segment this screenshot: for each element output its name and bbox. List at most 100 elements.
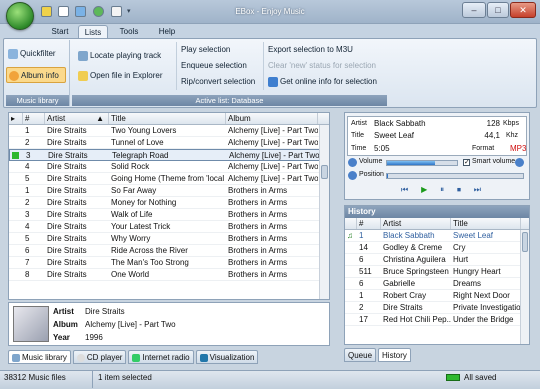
position-slider[interactable] (386, 173, 524, 179)
play-icon[interactable]: ▶ (421, 185, 427, 197)
column-artist[interactable]: Artist ▲ (45, 113, 109, 124)
open-in-explorer-button[interactable]: Open file in Explorer (76, 68, 162, 84)
album-info-panel: Artist Dire Straits Album Alchemy [Live]… (8, 302, 330, 346)
history-column-number[interactable]: # (357, 218, 381, 229)
table-row[interactable]: 5 Dire Straits Going Home (Theme from 'loc… (9, 173, 329, 185)
cell-number: 2 (25, 138, 30, 147)
tab-history[interactable]: History (378, 348, 411, 362)
scroll-thumb[interactable] (321, 165, 328, 179)
cell-number: 4 (25, 162, 30, 171)
history-column-artist[interactable]: Artist (381, 218, 451, 229)
rip-convert-button[interactable]: Rip/convert selection (179, 74, 255, 90)
history-title: History (345, 206, 529, 218)
table-row[interactable]: 3 Dire Straits Walk of Life Brothers in Arm… (9, 209, 329, 221)
smart-volume-label: Smart volume (472, 158, 516, 165)
right-tab-bar: Queue History (344, 348, 411, 362)
tab-visualization[interactable]: Visualization (195, 350, 259, 364)
cell-artist: Christina Aguilera (383, 255, 446, 264)
volume-icon[interactable] (348, 158, 357, 167)
tab-tools[interactable]: Tools (116, 25, 142, 38)
table-row[interactable]: 3 Dire Straits Telegraph Road Alchemy [Live… (9, 149, 329, 161)
history-indicator (345, 266, 357, 277)
get-online-info-button[interactable]: Get online info for selection (266, 74, 377, 90)
album-info-button[interactable]: Album info (6, 67, 66, 83)
cell-album: Brothers in Arms (228, 198, 288, 207)
row-indicator (9, 185, 23, 196)
row-indicator (9, 257, 23, 268)
album-year: 1996 (85, 333, 103, 342)
cell-title: Right Next Door (453, 291, 510, 300)
table-row[interactable]: 4 Dire Straits Your Latest Trick Brothers i… (9, 221, 329, 233)
scroll-thumb[interactable] (522, 232, 528, 252)
history-row[interactable]: 6 Christina Aguilera Hurt (345, 254, 529, 266)
history-scrollbar[interactable] (520, 230, 529, 344)
table-row[interactable]: 8 Dire Straits One World Brothers in Arms (9, 269, 329, 281)
track-scrollbar[interactable] (319, 125, 329, 299)
close-button[interactable]: ✕ (510, 2, 536, 18)
position-label: Position (359, 171, 384, 178)
history-row[interactable]: 17 Red Hot Chili Pep... Under the Bridge (345, 314, 529, 326)
column-number[interactable]: # (23, 113, 45, 124)
table-row[interactable]: 7 Dire Straits The Man's Too Strong Brother… (9, 257, 329, 269)
history-row[interactable]: ♫ 1 Black Sabbath Sweet Leaf (345, 230, 529, 242)
table-row[interactable]: 2 Dire Straits Money for Nothing Brothers i… (9, 197, 329, 209)
tab-music-library[interactable]: Music library (8, 350, 71, 364)
minimize-button[interactable]: – (462, 2, 486, 18)
history-row[interactable]: 2 Dire Straits Private Investigatio... (345, 302, 529, 314)
cell-artist: Bruce Springsteen (383, 267, 449, 276)
album-name-label: Album (53, 320, 78, 329)
previous-icon[interactable]: ⏮ (401, 185, 408, 197)
play-selection-button[interactable]: Play selection (179, 42, 255, 58)
cell-number: 3 (26, 151, 31, 160)
history-row[interactable]: 6 Gabrielle Dreams (345, 278, 529, 290)
history-row[interactable]: 1 Robert Cray Right Next Door (345, 290, 529, 302)
column-album[interactable]: Album (226, 113, 318, 124)
pause-icon[interactable]: ⏸ (440, 185, 444, 197)
export-m3u-button[interactable]: Export selection to M3U (266, 42, 377, 58)
cell-title: Two Young Lovers (111, 126, 177, 135)
table-row[interactable]: 2 Dire Straits Tunnel of Love Alchemy [Live… (9, 137, 329, 149)
player-title: Sweet Leaf (374, 131, 415, 140)
quickfilter-button[interactable]: Quickfilter (6, 46, 69, 62)
group-label: Music library (6, 95, 69, 106)
tab-start[interactable]: Start (48, 25, 72, 38)
cell-title: Going Home (Theme from 'local ... (111, 174, 226, 183)
history-column-title[interactable]: Title (451, 218, 521, 229)
tab-lists[interactable]: Lists (78, 25, 108, 38)
table-row[interactable]: 1 Dire Straits So Far Away Brothers in Arms (9, 185, 329, 197)
smart-volume-checkbox[interactable]: ✓ (463, 159, 470, 166)
row-indicator (9, 125, 23, 136)
album-name: Alchemy [Live] - Part Two (85, 320, 176, 329)
table-row[interactable]: 1 Dire Straits Two Young Lovers Alchemy [Li… (9, 125, 329, 137)
history-row[interactable]: 511 Bruce Springsteen Hungry Heart (345, 266, 529, 278)
table-row[interactable]: 4 Dire Straits Solid Rock Alchemy [Live] - … (9, 161, 329, 173)
tab-help[interactable]: Help (156, 25, 178, 38)
maximize-button[interactable]: □ (487, 2, 509, 18)
next-icon[interactable]: ⏭ (474, 185, 481, 197)
smart-volume-info-icon[interactable] (515, 158, 524, 167)
bottom-tab-bar: Music library CD player Internet radio V… (8, 350, 259, 364)
column-title[interactable]: Title (109, 113, 226, 124)
cell-title: Solid Rock (111, 162, 150, 171)
tab-queue[interactable]: Queue (344, 348, 377, 362)
history-row[interactable]: 14 Godley & Creme Cry (345, 242, 529, 254)
playing-indicator-icon (12, 152, 19, 159)
column-indicator[interactable]: ▸ (9, 113, 23, 124)
tab-cd-player[interactable]: CD player (72, 350, 127, 364)
position-icon[interactable] (348, 171, 357, 180)
table-row[interactable]: 5 Dire Straits Why Worry Brothers in Arms (9, 233, 329, 245)
window-title: EBox - Enjoy Music (235, 7, 305, 16)
tab-internet-radio[interactable]: Internet radio (128, 350, 194, 364)
history-column-indicator[interactable] (345, 218, 357, 229)
volume-slider[interactable] (386, 160, 458, 166)
row-indicator (10, 150, 24, 160)
clear-new-status-button[interactable]: Clear 'new' status for selection (266, 58, 377, 74)
table-row[interactable]: 6 Dire Straits Ride Across the River Brothe… (9, 245, 329, 257)
cell-title: Cry (453, 243, 466, 252)
app-menu-button[interactable] (6, 2, 34, 30)
cell-title: The Man's Too Strong (111, 258, 189, 267)
stop-icon[interactable]: ⏹ (457, 185, 461, 197)
album-cover (13, 306, 49, 342)
enqueue-selection-button[interactable]: Enqueue selection (179, 58, 255, 74)
locate-playing-track-button[interactable]: Locate playing track (76, 48, 162, 64)
